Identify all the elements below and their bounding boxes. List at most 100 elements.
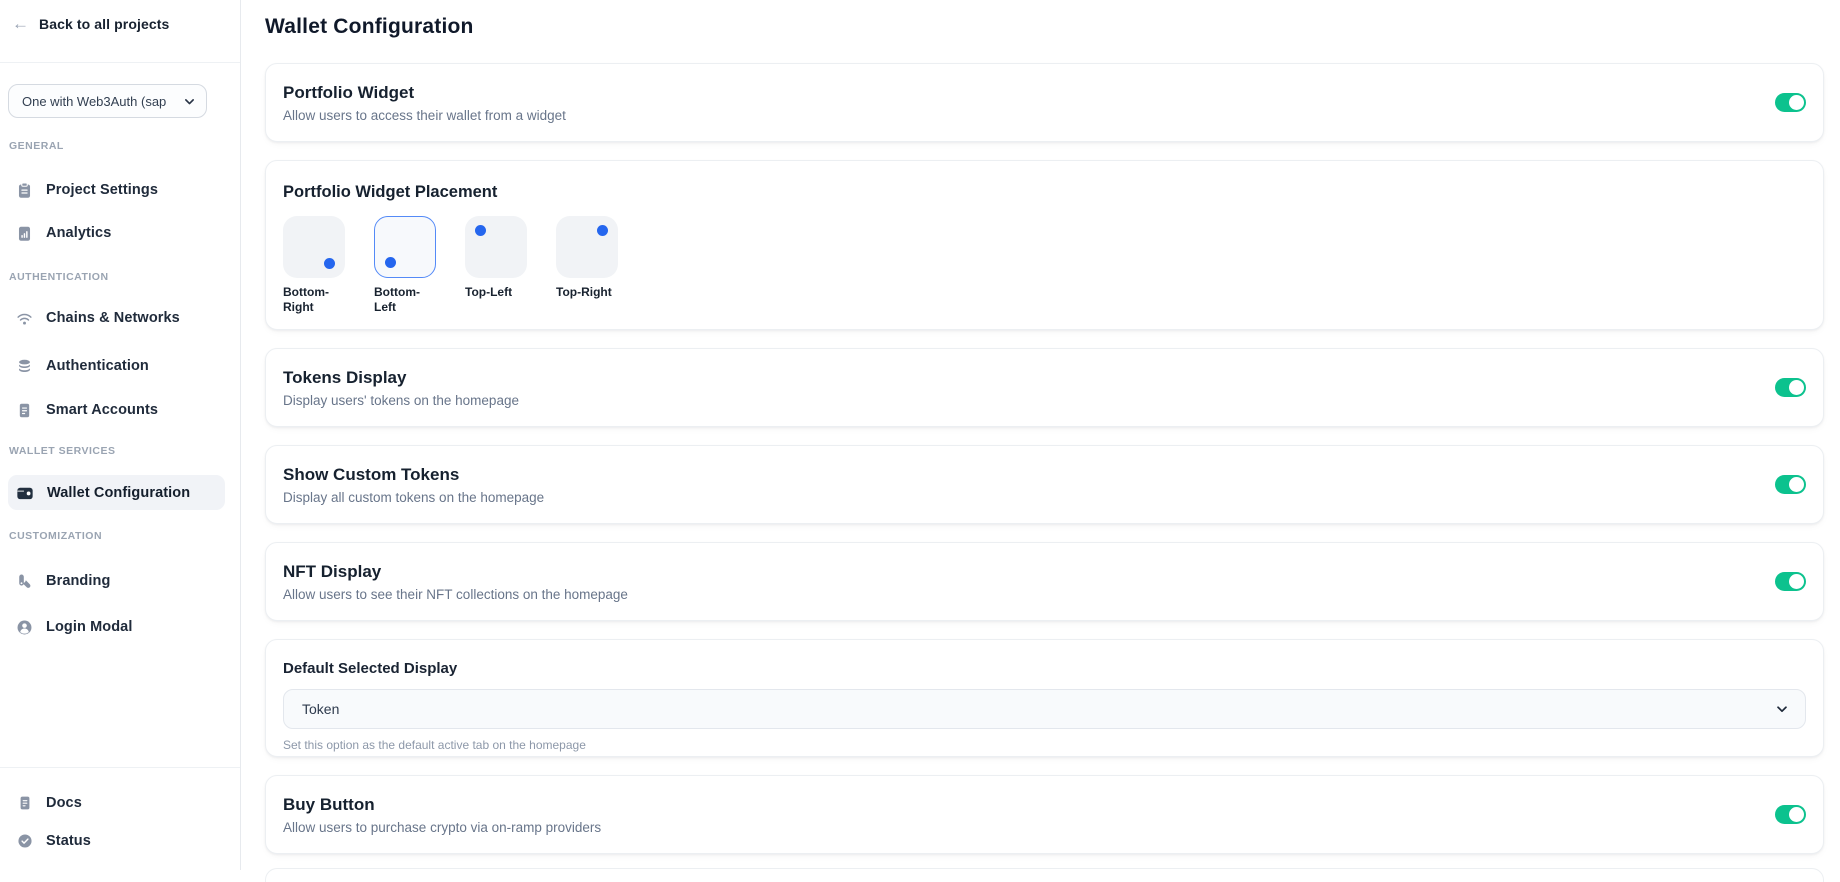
- default-display-select[interactable]: Token: [283, 689, 1806, 729]
- card-title: NFT Display: [283, 562, 628, 582]
- back-link-label: Back to all projects: [39, 16, 169, 32]
- sidebar-item-label: Login Modal: [46, 619, 132, 635]
- card-description: Allow users to access their wallet from …: [283, 108, 566, 123]
- show-custom-tokens-toggle[interactable]: [1775, 475, 1806, 494]
- placement-label: Bottom-Right: [283, 285, 349, 315]
- card-text: NFT Display Allow users to see their NFT…: [283, 562, 628, 602]
- default-selected-display-card: Default Selected Display Token Set this …: [265, 639, 1824, 757]
- sidebar-item-label: Smart Accounts: [46, 402, 158, 418]
- card-description: Allow users to purchase crypto via on-ra…: [283, 820, 601, 835]
- sidebar-item-wallet-configuration[interactable]: Wallet Configuration: [8, 475, 225, 510]
- card-description: Display users' tokens on the homepage: [283, 393, 519, 408]
- sidebar-item-smart-accounts[interactable]: Smart Accounts: [8, 392, 225, 428]
- clipboard-icon: [16, 182, 33, 199]
- placement-dot: [324, 258, 335, 269]
- select-value: Token: [302, 701, 339, 717]
- sidebar-item-label: Status: [46, 833, 91, 849]
- sidebar-item-label: Chains & Networks: [46, 310, 180, 326]
- section-label-customization: CUSTOMIZATION: [9, 530, 102, 542]
- sidebar-header: ← Back to all projects: [0, 0, 240, 63]
- portfolio-widget-placement-card: Portfolio Widget Placement Bottom-Right …: [265, 160, 1824, 330]
- toggle-knob: [1789, 95, 1804, 110]
- buy-button-card: Buy Button Allow users to purchase crypt…: [265, 775, 1824, 854]
- placement-tile-bottom-left-selected[interactable]: [374, 216, 436, 278]
- document-icon: [16, 795, 33, 811]
- toggle-knob: [1789, 807, 1804, 822]
- back-arrow-icon: ←: [12, 15, 29, 32]
- placement-label: Top-Right: [556, 285, 622, 300]
- sidebar-item-status[interactable]: Status: [8, 823, 225, 859]
- sidebar-item-analytics[interactable]: Analytics: [8, 215, 225, 251]
- card-title: Portfolio Widget: [283, 83, 566, 103]
- placement-tile-top-right[interactable]: [556, 216, 618, 278]
- card-title: Show Custom Tokens: [283, 465, 544, 485]
- placement-option-bottom-right: Bottom-Right: [283, 216, 349, 315]
- show-custom-tokens-card: Show Custom Tokens Display all custom to…: [265, 445, 1824, 524]
- placement-label: Top-Left: [465, 285, 531, 300]
- placement-dot: [475, 225, 486, 236]
- sidebar-item-authentication[interactable]: Authentication: [8, 348, 225, 384]
- placement-option-top-right: Top-Right: [556, 216, 622, 315]
- sidebar-item-label: Project Settings: [46, 182, 158, 198]
- card-text: Show Custom Tokens Display all custom to…: [283, 465, 544, 505]
- card-title: Tokens Display: [283, 368, 519, 388]
- nft-display-toggle[interactable]: [1775, 572, 1806, 591]
- placement-options: Bottom-Right Bottom-Left Top-Left Top-Ri…: [283, 216, 1806, 315]
- next-card-peek: [265, 868, 1824, 882]
- sidebar-item-label: Authentication: [46, 358, 149, 374]
- sidebar-item-label: Branding: [46, 573, 110, 589]
- brush-icon: [16, 573, 33, 590]
- sidebar-item-label: Wallet Configuration: [47, 485, 190, 501]
- placement-dot: [597, 225, 608, 236]
- chevron-down-icon: [1775, 702, 1789, 716]
- card-description: Display all custom tokens on the homepag…: [283, 490, 544, 505]
- buy-button-toggle[interactable]: [1775, 805, 1806, 824]
- page-title: Wallet Configuration: [265, 15, 474, 39]
- sidebar: ← Back to all projects One with Web3Auth…: [0, 0, 241, 870]
- placement-tile-top-left[interactable]: [465, 216, 527, 278]
- placement-label: Bottom-Left: [374, 285, 440, 315]
- card-text: Buy Button Allow users to purchase crypt…: [283, 795, 601, 835]
- sidebar-item-label: Docs: [46, 795, 82, 811]
- placement-option-bottom-left: Bottom-Left: [374, 216, 440, 315]
- placement-option-top-left: Top-Left: [465, 216, 531, 315]
- sidebar-item-label: Analytics: [46, 225, 111, 241]
- user-icon: [16, 619, 33, 636]
- section-label-authentication: AUTHENTICATION: [9, 271, 109, 283]
- select-helper-text: Set this option as the default active ta…: [283, 738, 1806, 752]
- section-label-general: GENERAL: [9, 140, 64, 152]
- tokens-display-card: Tokens Display Display users' tokens on …: [265, 348, 1824, 427]
- portfolio-widget-toggle[interactable]: [1775, 93, 1806, 112]
- card-title: Default Selected Display: [283, 660, 1806, 677]
- card-title: Portfolio Widget Placement: [283, 183, 1806, 202]
- chevron-down-icon: [183, 95, 196, 108]
- document-icon: [16, 402, 33, 419]
- sidebar-footer-divider: [0, 767, 240, 768]
- sidebar-item-project-settings[interactable]: Project Settings: [8, 172, 225, 208]
- toggle-knob: [1789, 574, 1804, 589]
- check-circle-icon: [16, 833, 33, 849]
- toggle-knob: [1789, 380, 1804, 395]
- placement-tile-bottom-right[interactable]: [283, 216, 345, 278]
- placement-dot: [385, 257, 396, 268]
- wallet-icon: [16, 484, 34, 502]
- sidebar-item-branding[interactable]: Branding: [8, 563, 225, 599]
- back-to-projects-link[interactable]: ← Back to all projects: [12, 15, 169, 32]
- section-label-wallet-services: WALLET SERVICES: [9, 445, 116, 457]
- database-icon: [16, 358, 33, 375]
- portfolio-widget-card: Portfolio Widget Allow users to access t…: [265, 63, 1824, 142]
- analytics-icon: [16, 225, 33, 242]
- nft-display-card: NFT Display Allow users to see their NFT…: [265, 542, 1824, 621]
- sidebar-item-login-modal[interactable]: Login Modal: [8, 609, 225, 645]
- settings-cards: Portfolio Widget Allow users to access t…: [265, 63, 1824, 882]
- card-title: Buy Button: [283, 795, 601, 815]
- project-select[interactable]: One with Web3Auth (sap: [8, 84, 207, 118]
- card-text: Tokens Display Display users' tokens on …: [283, 368, 519, 408]
- sidebar-item-docs[interactable]: Docs: [8, 785, 225, 821]
- network-icon: [16, 310, 33, 327]
- toggle-knob: [1789, 477, 1804, 492]
- card-text: Portfolio Widget Allow users to access t…: [283, 83, 566, 123]
- project-select-value: One with Web3Auth (sap: [22, 94, 183, 109]
- tokens-display-toggle[interactable]: [1775, 378, 1806, 397]
- sidebar-item-chains-networks[interactable]: Chains & Networks: [8, 300, 225, 336]
